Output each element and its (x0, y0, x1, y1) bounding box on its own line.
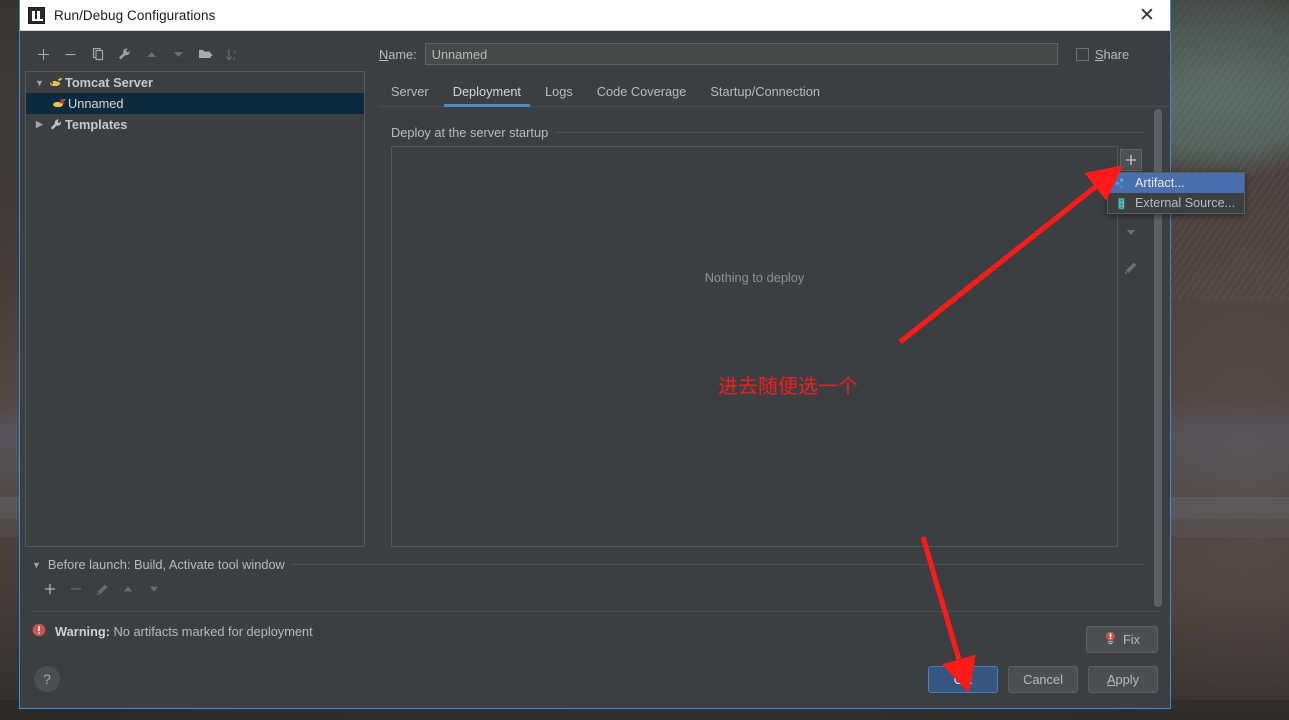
menu-item-label: Artifact... (1135, 176, 1185, 190)
name-row: Name: Share (379, 39, 1170, 69)
tree-group-label: Tomcat Server (65, 75, 153, 90)
deploy-list-area: Nothing to deploy (391, 146, 1144, 547)
deployment-tab-content: Deploy at the server startup Nothing to … (379, 107, 1170, 547)
configurations-pane: a z ▼ Tomcat Server Unnamed ▶ Templates (25, 39, 365, 547)
close-icon[interactable]: ✕ (1124, 0, 1170, 30)
move-down-button[interactable] (166, 42, 191, 66)
menu-item-artifact[interactable]: Artifact... (1108, 173, 1244, 193)
tree-group-label: Templates (65, 117, 128, 132)
dialog-body: a z ▼ Tomcat Server Unnamed ▶ Templates … (20, 31, 1170, 708)
tree-group-templates[interactable]: ▶ Templates (26, 114, 364, 135)
dialog-main-area: a z ▼ Tomcat Server Unnamed ▶ Templates … (20, 31, 1170, 607)
deploy-section-title: Deploy at the server startup (391, 125, 549, 140)
intellij-idea-icon (28, 6, 45, 24)
help-button[interactable]: ? (34, 666, 60, 692)
before-launch-title: Before launch: Build, Activate tool wind… (47, 557, 285, 572)
warning-row: Warning: No artifacts marked for deploym… (20, 612, 1170, 650)
wallpaper-texture (1160, 0, 1289, 300)
move-down-deployment-button[interactable] (1120, 221, 1142, 243)
sort-az-icon[interactable]: a z (220, 42, 245, 66)
menu-item-external-source[interactable]: External Source... (1108, 193, 1244, 213)
add-deployment-button[interactable] (1120, 149, 1142, 171)
dialog-title: Run/Debug Configurations (54, 7, 216, 23)
before-launch-header[interactable]: ▼ Before launch: Build, Activate tool wi… (32, 557, 1144, 572)
artifact-icon (1114, 177, 1128, 190)
deployment-list[interactable]: Nothing to deploy (391, 146, 1118, 547)
fix-button[interactable]: Fix (1086, 626, 1158, 653)
configuration-editor-pane: Name: Share Server Deployment Logs Code … (365, 39, 1170, 607)
before-launch-section: ▼ Before launch: Build, Activate tool wi… (20, 557, 1170, 603)
folder-add-icon[interactable] (193, 42, 218, 66)
warning-message: No artifacts marked for deployment (113, 623, 313, 639)
dialog-footer: ? Fix OK Cancel Apply (20, 626, 1170, 708)
tree-item-unnamed[interactable]: Unnamed (26, 93, 364, 114)
tree-group-tomcat-server[interactable]: ▼ Tomcat Server (26, 72, 364, 93)
move-up-button[interactable] (139, 42, 164, 66)
tab-logs[interactable]: Logs (533, 81, 585, 106)
tab-startup-connection[interactable]: Startup/Connection (698, 81, 832, 106)
move-up-before-launch-task-button[interactable] (118, 579, 138, 599)
chevron-down-icon[interactable]: ▼ (32, 78, 47, 88)
wrench-icon[interactable] (112, 42, 137, 66)
add-deployment-popup-menu[interactable]: Artifact... External Source... (1107, 172, 1245, 214)
configurations-tree[interactable]: ▼ Tomcat Server Unnamed ▶ Templates (25, 71, 365, 547)
name-input[interactable] (424, 43, 1058, 65)
external-source-icon (1114, 197, 1128, 210)
error-bulb-icon (1104, 631, 1117, 648)
move-down-before-launch-task-button[interactable] (144, 579, 164, 599)
tab-deployment[interactable]: Deployment (441, 81, 533, 107)
menu-item-label: External Source... (1135, 196, 1236, 210)
deploy-section-header: Deploy at the server startup (391, 125, 1144, 140)
add-configuration-button[interactable] (31, 42, 56, 66)
before-launch-toolbar (32, 575, 1144, 603)
share-checkbox-row[interactable]: Share (1066, 47, 1158, 62)
error-icon (32, 623, 46, 640)
ok-button[interactable]: OK (928, 665, 998, 693)
svg-text:a: a (233, 49, 236, 55)
wrench-icon (47, 118, 65, 132)
chevron-down-icon[interactable]: ▼ (32, 560, 41, 570)
tree-item-label: Unnamed (68, 96, 124, 111)
dialog-titlebar: Run/Debug Configurations ✕ (20, 0, 1170, 31)
warning-text: Warning: No artifacts marked for deploym… (55, 624, 313, 639)
copy-configuration-icon[interactable] (85, 42, 110, 66)
empty-state-text: Nothing to deploy (704, 270, 805, 285)
section-divider (291, 564, 1144, 565)
remove-before-launch-task-button[interactable] (66, 579, 86, 599)
tomcat-icon (50, 97, 68, 110)
add-before-launch-task-button[interactable] (40, 579, 60, 599)
tomcat-icon (47, 76, 65, 89)
configuration-tabs: Server Deployment Logs Code Coverage Sta… (379, 77, 1170, 107)
remove-configuration-button[interactable] (58, 42, 83, 66)
run-debug-configurations-dialog: Run/Debug Configurations ✕ a z ▼ Tomcat … (19, 0, 1171, 709)
annotation-note: 进去随便选一个 (718, 374, 858, 398)
configurations-toolbar: a z (25, 39, 365, 69)
share-label: Share (1095, 46, 1130, 62)
warning-prefix: Warning: (55, 623, 110, 639)
edit-before-launch-task-button[interactable] (92, 579, 112, 599)
fix-button-label: Fix (1122, 632, 1141, 647)
tab-code-coverage[interactable]: Code Coverage (585, 81, 699, 106)
tab-server[interactable]: Server (379, 81, 441, 106)
section-divider (556, 132, 1144, 133)
svg-text:z: z (233, 56, 236, 62)
edit-deployment-button[interactable] (1120, 257, 1142, 279)
chevron-right-icon[interactable]: ▶ (32, 119, 47, 130)
share-checkbox[interactable] (1076, 47, 1089, 61)
apply-button[interactable]: Apply (1088, 665, 1158, 693)
cancel-button[interactable]: Cancel (1008, 665, 1078, 693)
name-label: Name: (379, 46, 417, 62)
